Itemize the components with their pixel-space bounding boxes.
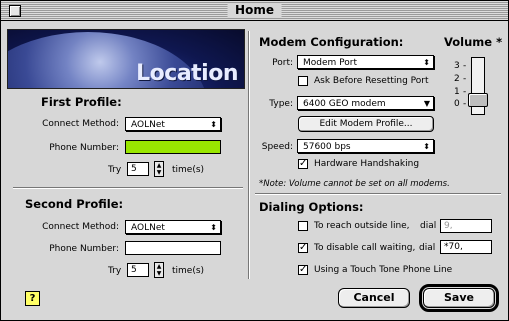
modem-divider <box>255 193 501 195</box>
speed-label: Speed: <box>261 142 293 152</box>
hardware-handshaking-label: Hardware Handshaking <box>314 159 420 169</box>
volume-tick-2: 2 <box>454 74 460 84</box>
volume-heading: Volume * <box>444 35 503 49</box>
popup-arrow-icon: ⬍ <box>210 120 217 129</box>
outside-line-dial-label: dial <box>420 221 437 231</box>
volume-tick-mark-1: - <box>463 87 467 97</box>
outside-line-label: To reach outside line, <box>314 221 410 231</box>
first-connect-method-label: Connect Method: <box>42 119 119 129</box>
first-times-label: time(s) <box>172 165 205 175</box>
second-phone-number-field[interactable] <box>125 241 221 255</box>
volume-tick-mark-0: - <box>463 99 467 109</box>
outside-line-checkbox[interactable] <box>298 221 308 231</box>
window-title: Home <box>227 3 282 18</box>
second-try-stepper-icon[interactable]: ▲ ▼ <box>154 262 164 278</box>
call-waiting-checkbox[interactable]: ✓ <box>298 243 308 253</box>
second-try-label: Try <box>108 266 122 276</box>
hardware-handshaking-checkbox[interactable]: ✓ <box>298 159 308 169</box>
dialing-options-heading: Dialing Options: <box>259 200 364 214</box>
speed-popup[interactable]: 57600 bps ⬍ <box>297 139 434 153</box>
banner-title: Location <box>136 61 238 86</box>
help-icon[interactable]: ? <box>25 291 40 306</box>
popup-arrow-icon: ⬍ <box>423 142 430 151</box>
first-phone-number-field[interactable] <box>125 140 221 154</box>
port-value: Modem Port <box>303 58 357 68</box>
second-profile-heading: Second Profile: <box>25 197 124 211</box>
modem-configuration-heading: Modem Configuration: <box>259 35 404 49</box>
first-try-field[interactable]: 5 <box>127 162 149 176</box>
volume-tick-3: 3 <box>454 61 460 71</box>
second-connect-method-popup[interactable]: AOLNet ⬍ <box>125 220 221 234</box>
popup-arrow-icon: ⬍ <box>210 223 217 232</box>
volume-slider-thumb[interactable] <box>468 93 488 107</box>
save-button[interactable]: Save <box>419 284 499 312</box>
first-try-stepper-icon[interactable]: ▲ ▼ <box>154 161 164 177</box>
speed-value: 57600 bps <box>303 142 351 152</box>
location-banner: Location <box>7 29 245 89</box>
touch-tone-label: Using a Touch Tone Phone Line <box>314 265 453 275</box>
first-phone-number-label: Phone Number: <box>49 143 119 153</box>
popup-arrow-icon: ▼ <box>423 99 430 108</box>
ask-reset-checkbox[interactable] <box>298 76 308 86</box>
first-profile-heading: First Profile: <box>41 95 122 109</box>
second-connect-method-value: AOLNet <box>131 223 165 233</box>
type-popup[interactable]: 6400 GEO modem ▼ <box>297 96 434 110</box>
volume-tick-1: 1 <box>454 87 460 97</box>
second-try-field[interactable]: 5 <box>127 263 149 277</box>
title-bar[interactable]: Home <box>1 1 508 21</box>
touch-tone-checkbox[interactable]: ✓ <box>298 265 308 275</box>
profile-divider <box>13 187 243 189</box>
port-label: Port: <box>272 58 293 68</box>
close-box-icon[interactable] <box>9 5 21 17</box>
first-connect-method-popup[interactable]: AOLNet ⬍ <box>125 117 221 131</box>
call-waiting-label: To disable call waiting, <box>314 243 416 253</box>
volume-tick-mark-2: - <box>463 74 467 84</box>
outside-line-field[interactable]: 9, <box>440 219 492 233</box>
first-connect-method-value: AOLNet <box>131 120 165 130</box>
ask-reset-label: Ask Before Resetting Port <box>314 76 429 86</box>
second-phone-number-label: Phone Number: <box>49 244 119 254</box>
volume-tick-0: 0 <box>454 99 460 109</box>
type-label: Type: <box>269 99 293 109</box>
vertical-divider <box>248 31 250 279</box>
call-waiting-field[interactable]: *70, <box>440 240 492 254</box>
port-popup[interactable]: Modem Port ⬍ <box>297 55 434 69</box>
first-try-label: Try <box>108 165 122 175</box>
popup-arrow-icon: ⬍ <box>423 58 430 67</box>
volume-note: *Note: Volume cannot be set on all modem… <box>259 179 450 189</box>
second-times-label: time(s) <box>172 266 205 276</box>
cancel-button[interactable]: Cancel <box>338 288 410 308</box>
edit-modem-profile-button[interactable]: Edit Modem Profile... <box>298 116 434 132</box>
home-window: Home Location First Profile: Connect Met… <box>0 0 509 321</box>
second-connect-method-label: Connect Method: <box>42 222 119 232</box>
type-value: 6400 GEO modem <box>303 99 386 109</box>
call-waiting-dial-label: dial <box>419 243 436 253</box>
volume-tick-mark-3: - <box>463 61 467 71</box>
